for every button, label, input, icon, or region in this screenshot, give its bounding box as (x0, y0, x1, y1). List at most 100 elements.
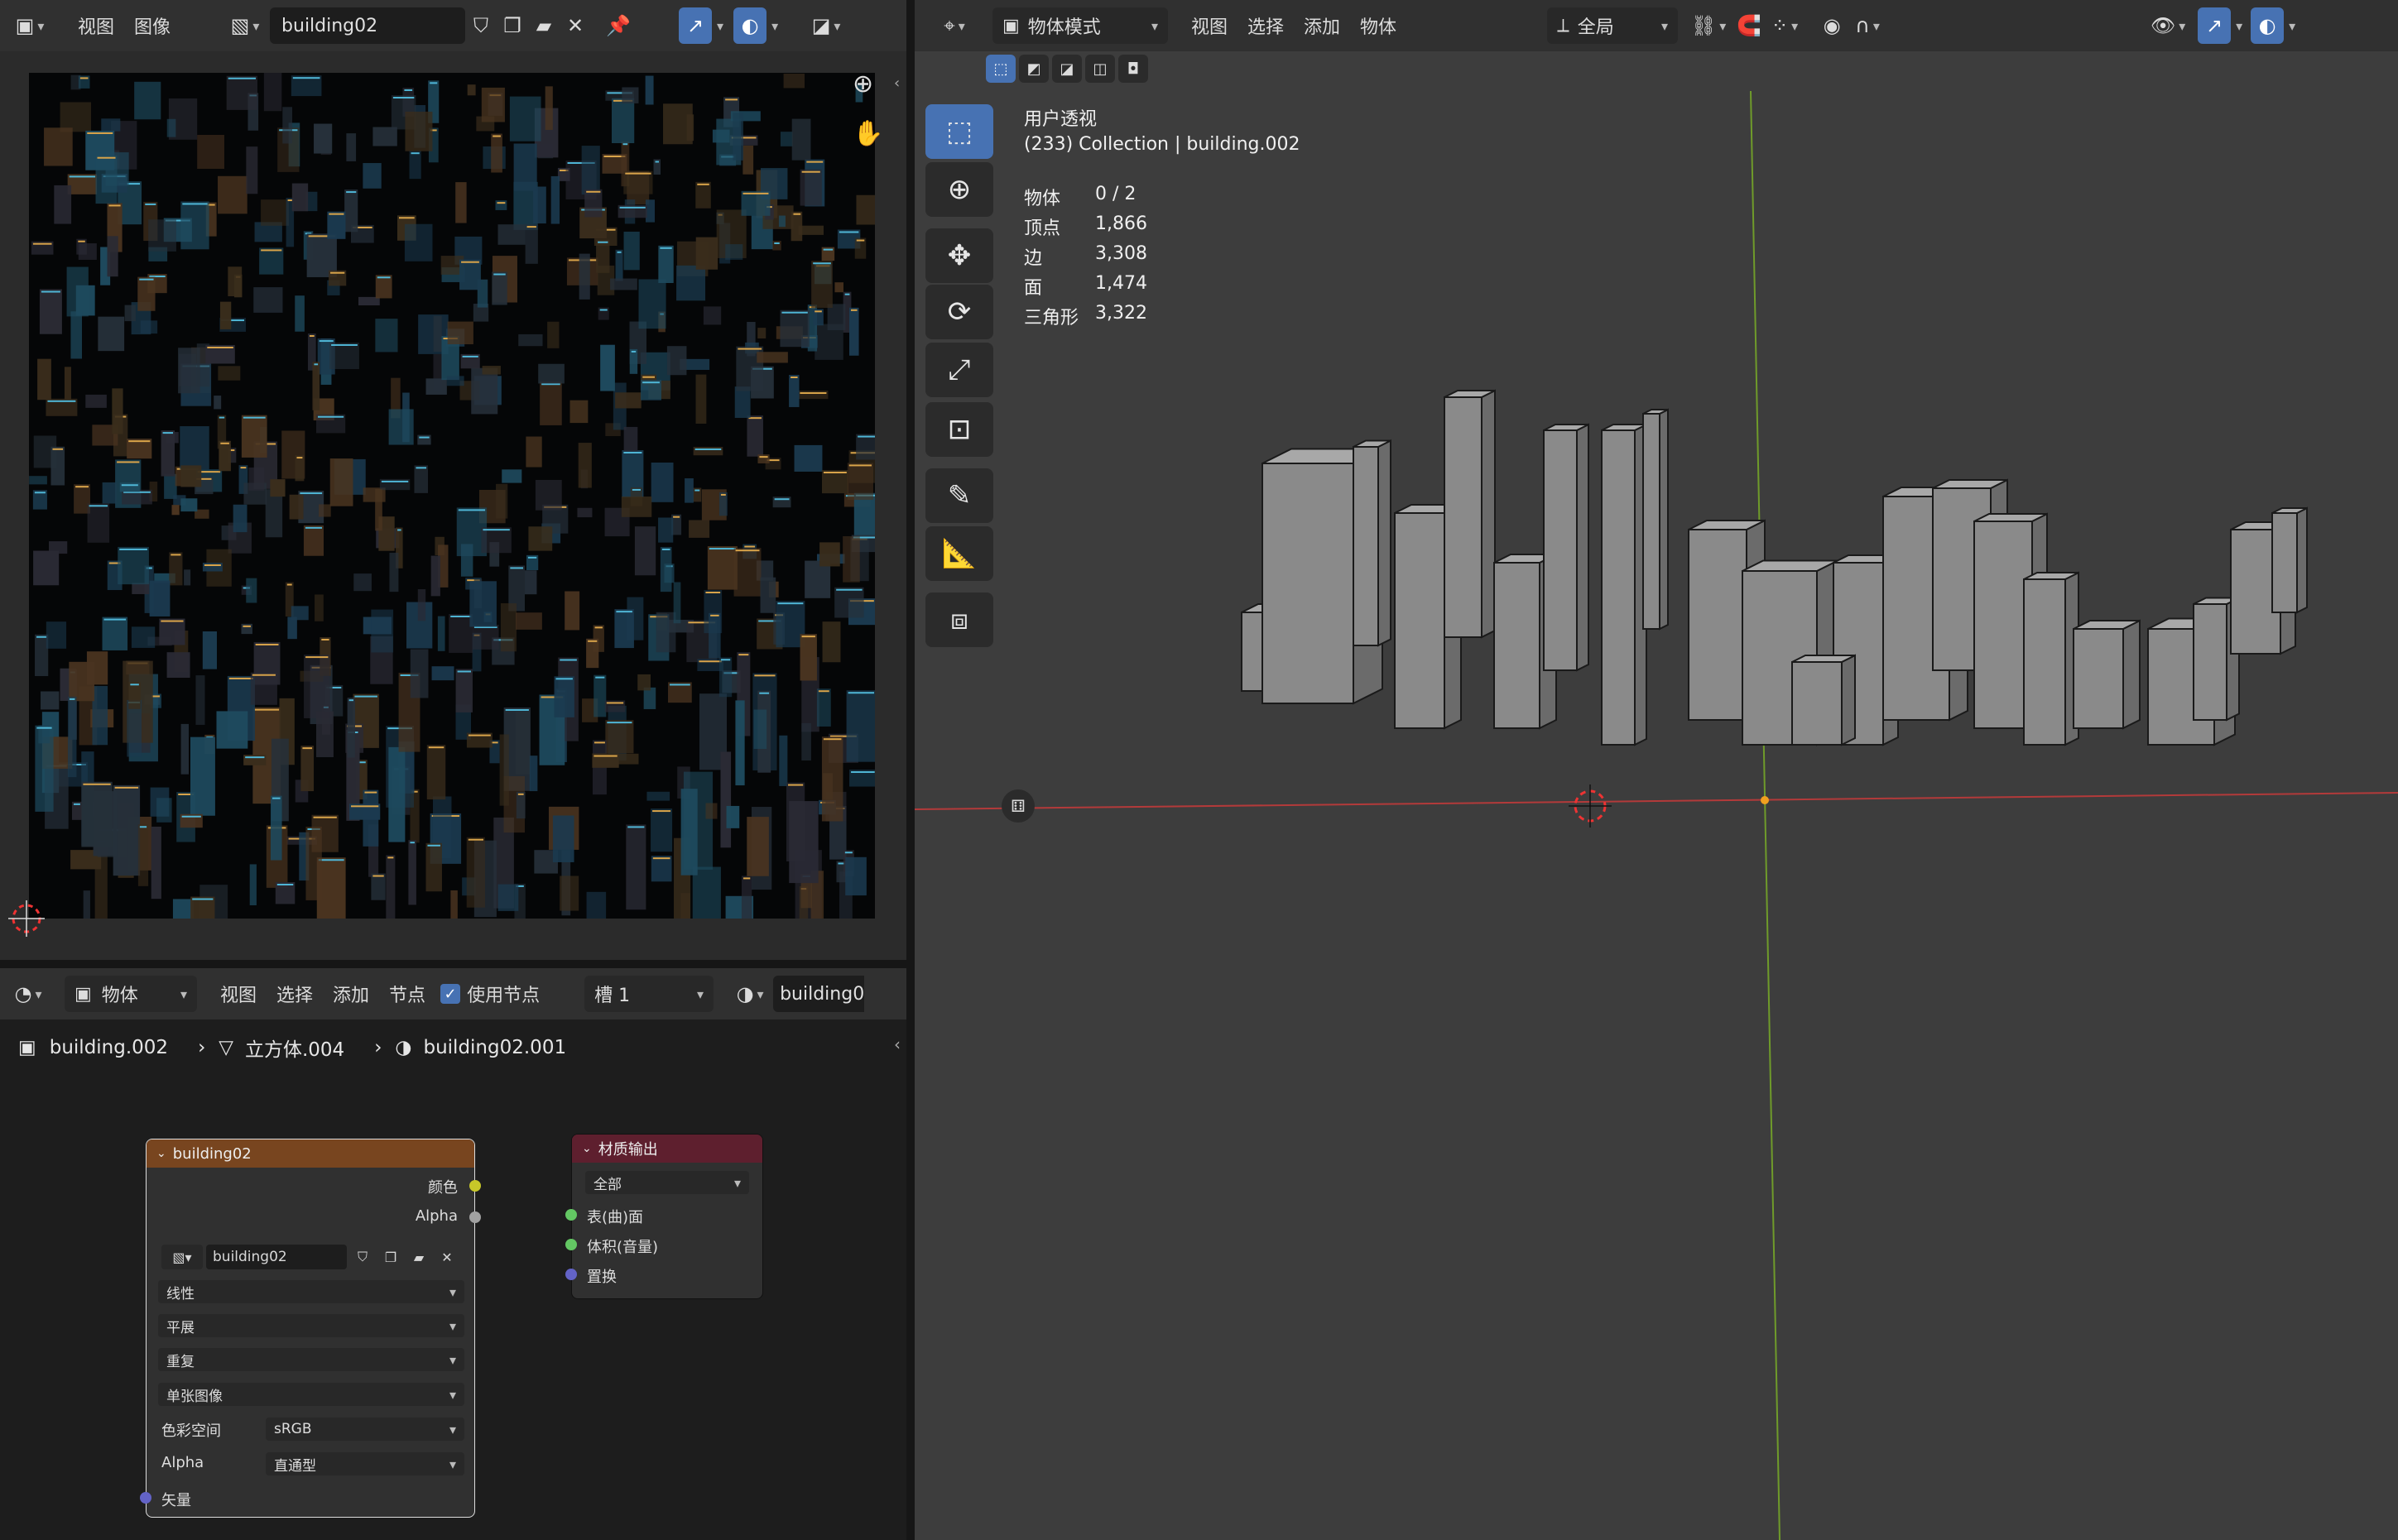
gizmo-icon[interactable]: ↗ (2198, 7, 2232, 44)
material-browse-button[interactable]: ◑ ▾ (727, 976, 773, 1012)
mode-dropdown[interactable]: ▣ 物体模式 ▾ (992, 7, 1168, 44)
image-node-header[interactable]: ⌄ building02 (147, 1139, 474, 1168)
move-tool[interactable]: ✥ (925, 228, 993, 283)
transform-tool[interactable]: ⊡ (925, 402, 993, 457)
sidebar-toggle-icon[interactable]: ‹ (894, 1034, 901, 1054)
source-dropdown[interactable]: 单张图像 ▾ (158, 1383, 464, 1406)
snap-target-icon[interactable]: ⁘ ▾ (1766, 7, 1804, 44)
select-extend-icon[interactable]: ◩ (1019, 55, 1049, 83)
interpolation-dropdown[interactable]: 线性 ▾ (158, 1280, 464, 1303)
image-texture-node[interactable]: ⌄ building02 颜色 Alpha ▧▾ building02 ⛉ ❐ … (140, 1139, 481, 1518)
node-menu-view[interactable]: 视图 (210, 981, 267, 1007)
slot-dropdown[interactable]: 槽 1 ▾ (584, 976, 714, 1012)
cursor-tool[interactable]: ⊕ (925, 162, 993, 217)
stat-value: 3,308 (1095, 243, 1147, 264)
node-menu-add[interactable]: 添加 (323, 981, 379, 1007)
select-invert-icon[interactable]: ◫ (1085, 55, 1115, 83)
proportional-edit-icon[interactable]: ◉ (1815, 7, 1848, 44)
shader-type-dropdown[interactable]: ▣ 物体 ▾ (65, 976, 197, 1012)
fake-user-icon[interactable]: ⛉ (350, 1249, 375, 1265)
vector-input-socket[interactable] (140, 1492, 151, 1504)
surface-input-socket[interactable] (565, 1209, 577, 1221)
measure-tool[interactable]: 📐 (925, 526, 993, 581)
vp-menu-add[interactable]: 添加 (1294, 12, 1350, 39)
open-folder-icon[interactable]: ▰ (406, 1250, 431, 1265)
alpha-mode-dropdown[interactable]: 直通型 ▾ (266, 1452, 464, 1475)
volume-input-socket[interactable] (565, 1239, 577, 1250)
pin-icon[interactable]: 📌 (603, 7, 634, 44)
image-name-field[interactable]: building02 (270, 7, 466, 44)
output-node-header[interactable]: ⌄ 材质输出 (572, 1135, 762, 1163)
extension-dropdown[interactable]: 重复 ▾ (158, 1348, 464, 1371)
rotate-tool[interactable]: ⟳ (925, 285, 993, 339)
node-image-name-field[interactable]: building02 (206, 1245, 347, 1269)
fake-user-icon[interactable]: ⛉ (465, 7, 497, 44)
selection-mode-row: ⬚ ◩ ◪ ◫ ◘ (986, 55, 1148, 83)
interpolation-value: 线性 (166, 1285, 195, 1303)
editor-type-button[interactable]: ⌖ ▾ (930, 7, 979, 44)
output-node-title: 材质输出 (598, 1141, 658, 1159)
shader-editor: ◔ ▾ ▣ 物体 ▾ 视图 选择 添加 节点 ✓ 使用节点 槽 1 ▾ ◑ ▾ bui… (0, 968, 906, 1540)
building-block (1642, 408, 1669, 631)
overlay-icon[interactable]: ◐ (733, 7, 767, 44)
menu-view[interactable]: 视图 (68, 12, 124, 39)
shader-type-value: 物体 (101, 986, 138, 1006)
projection-dropdown[interactable]: 平展 ▾ (158, 1314, 464, 1337)
output-target-dropdown[interactable]: 全部 ▾ (585, 1171, 749, 1194)
visibility-button[interactable]: 👁 ▾ (2145, 7, 2191, 44)
breadcrumb-object[interactable]: building.002 (50, 1037, 168, 1058)
displacement-input-socket[interactable] (565, 1269, 577, 1280)
node-menu-node[interactable]: 节点 (379, 981, 435, 1007)
open-folder-icon[interactable]: ▰ (528, 7, 560, 44)
vp-menu-select[interactable]: 选择 (1237, 12, 1294, 39)
breadcrumb-material[interactable]: building02.001 (423, 1037, 566, 1058)
image-browse-icon[interactable]: ▧▾ (161, 1245, 203, 1269)
use-nodes-toggle[interactable]: ✓ 使用节点 (440, 981, 540, 1007)
duplicate-icon[interactable]: ❐ (497, 7, 528, 44)
stat-row: 边 3,308 (1024, 243, 1147, 270)
pan-hand-icon[interactable]: ✋ (853, 119, 883, 148)
select-subtract-icon[interactable]: ◪ (1052, 55, 1082, 83)
camera-icon[interactable]: ⚅ (1002, 789, 1035, 823)
select-intersect-icon[interactable]: ◘ (1118, 55, 1148, 83)
colorspace-dropdown[interactable]: sRGB ▾ (266, 1418, 464, 1441)
collapse-chevron-icon: ⌄ (156, 1147, 166, 1160)
breadcrumb-mesh[interactable]: 立方体.004 (245, 1034, 344, 1062)
select-box-tool[interactable]: ⬚ (925, 104, 993, 159)
scale-tool[interactable]: ⤢ (925, 343, 993, 397)
material-name-field[interactable]: building0 (773, 976, 865, 1012)
add-cube-tool[interactable]: ⧈ (925, 592, 993, 647)
display-channels-button[interactable]: ◪ ▾ (803, 7, 849, 44)
select-new-icon[interactable]: ⬚ (986, 55, 1016, 83)
orientation-dropdown[interactable]: ⟂ 全局 ▾ (1547, 7, 1679, 44)
pivot-point-button[interactable]: ⛓ ▾ (1684, 7, 1732, 44)
mesh-data-icon: ▽ (219, 1037, 233, 1058)
alpha-output-socket[interactable] (469, 1211, 481, 1223)
sidebar-toggle-icon[interactable]: ‹ (894, 74, 900, 92)
orientation-value: 全局 (1577, 17, 1614, 38)
duplicate-icon[interactable]: ❐ (378, 1250, 403, 1265)
node-menu-select[interactable]: 选择 (267, 981, 323, 1007)
texture-canvas[interactable] (29, 73, 875, 919)
annotate-tool[interactable]: ✎ (925, 468, 993, 523)
vp-menu-object[interactable]: 物体 (1350, 12, 1406, 39)
editor-type-button[interactable]: ▣ ▾ (7, 7, 53, 44)
zoom-icon[interactable]: ⊕ (853, 70, 873, 98)
editor-type-button[interactable]: ◔ ▾ (5, 976, 51, 1012)
falloff-icon[interactable]: ∩ ▾ (1848, 7, 1886, 44)
rotate-icon: ⟳ (947, 295, 972, 329)
overlay-icon[interactable]: ◐ (2251, 7, 2285, 44)
transform-icon: ⊡ (947, 413, 972, 446)
close-icon[interactable]: ✕ (560, 7, 591, 44)
2d-cursor-icon[interactable] (8, 900, 45, 937)
snap-gizmo-icon[interactable]: ↗ (679, 7, 713, 44)
material-output-node[interactable]: ⌄ 材质输出 全部 ▾ 表(曲)面 体积(音量) 置换 (565, 1134, 763, 1299)
image-browse-button[interactable]: ▧ ▾ (222, 7, 268, 44)
snap-icon[interactable]: 🧲 (1732, 7, 1766, 44)
x-axis-line (915, 792, 2398, 810)
vp-menu-view[interactable]: 视图 (1181, 12, 1237, 39)
image-node-title: building02 (172, 1144, 252, 1163)
menu-image[interactable]: 图像 (124, 12, 180, 39)
close-icon[interactable]: ✕ (435, 1250, 459, 1265)
color-output-socket[interactable] (469, 1180, 481, 1192)
